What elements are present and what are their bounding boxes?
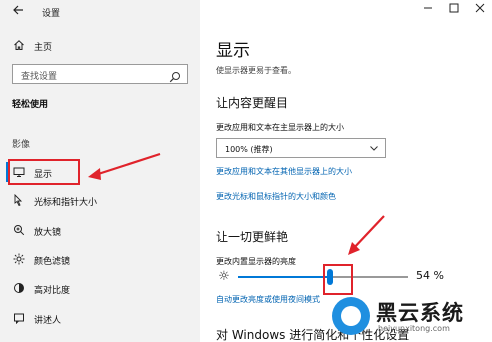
sidebar-item-color-filter[interactable]: 颜色滤镜 bbox=[0, 249, 200, 271]
sidebar-item-label: 光标和指针大小 bbox=[34, 198, 98, 208]
sidebar-item-home[interactable]: 主页 bbox=[0, 35, 200, 57]
color-filter-icon bbox=[12, 252, 26, 266]
app-title: 设置 bbox=[42, 9, 61, 19]
page-description: 使显示器更易于查看。 bbox=[216, 66, 296, 75]
highlight-box-display bbox=[8, 159, 80, 185]
close-button[interactable] bbox=[470, 2, 490, 18]
search-icon[interactable] bbox=[169, 68, 181, 83]
text-size-label: 更改应用和文本在主显示器上的大小 bbox=[216, 123, 344, 132]
minimize-icon bbox=[424, 7, 432, 9]
sidebar-item-label: 放大镜 bbox=[34, 228, 62, 238]
search-placeholder: 查找设置 bbox=[21, 72, 58, 82]
sidebar-item-high-contrast[interactable]: 高对比度 bbox=[0, 278, 200, 300]
sidebar-item-label: 颜色滤镜 bbox=[34, 257, 71, 267]
close-icon bbox=[475, 3, 485, 13]
brightness-value: 54 % bbox=[416, 269, 444, 282]
section-title: 轻松使用 bbox=[12, 100, 49, 110]
chevron-down-icon bbox=[369, 143, 379, 156]
title-bar: 设置 bbox=[0, 0, 200, 24]
sidebar: 设置 主页 查找设置 轻松使用 影像 显示 光标和指针大小 放大镜 颜色滤镜 高… bbox=[0, 0, 200, 342]
slider-fill bbox=[238, 276, 330, 278]
group-label: 影像 bbox=[12, 140, 31, 150]
sidebar-item-narrator[interactable]: 讲述人 bbox=[0, 308, 200, 330]
section-heading-2: 让一切更鲜艳 bbox=[216, 230, 289, 244]
section-heading-1: 让内容更醒目 bbox=[216, 96, 289, 110]
highlight-box-slider bbox=[323, 264, 353, 295]
minimize-button[interactable] bbox=[418, 2, 438, 18]
sidebar-item-cursor[interactable]: 光标和指针大小 bbox=[0, 190, 200, 212]
home-icon bbox=[12, 38, 26, 52]
sun-icon: ☼ bbox=[218, 269, 230, 284]
maximize-icon bbox=[449, 3, 459, 13]
cursor-icon bbox=[12, 193, 26, 207]
back-button[interactable] bbox=[10, 4, 26, 20]
sidebar-item-label: 高对比度 bbox=[34, 286, 71, 296]
watermark-url: heiyunxitong.com bbox=[378, 324, 450, 333]
sidebar-item-label: 讲述人 bbox=[34, 316, 62, 326]
link-other-display-size[interactable]: 更改应用和文本在其他显示器上的大小 bbox=[216, 166, 352, 177]
watermark-logo-icon bbox=[332, 297, 370, 335]
narrator-icon bbox=[12, 311, 26, 325]
link-cursor-size[interactable]: 更改光标和鼠标指针的大小和颜色 bbox=[216, 191, 336, 202]
link-night-light[interactable]: 自动更改亮度或使用夜间模式 bbox=[216, 294, 320, 305]
sidebar-item-label: 主页 bbox=[34, 43, 53, 53]
brightness-label: 更改内置显示器的亮度 bbox=[216, 257, 296, 266]
watermark: 黑云系统 heiyunxitong.com bbox=[330, 293, 492, 342]
contrast-icon bbox=[12, 281, 26, 295]
watermark-brand: 黑云系统 bbox=[376, 301, 464, 325]
maximize-button[interactable] bbox=[444, 2, 464, 18]
scale-select-value: 100% (推荐) bbox=[225, 145, 273, 154]
sidebar-item-magnifier[interactable]: 放大镜 bbox=[0, 220, 200, 242]
page-title: 显示 bbox=[216, 41, 250, 61]
magnifier-icon bbox=[12, 223, 26, 237]
arrow-left-icon bbox=[13, 5, 23, 15]
scale-select[interactable]: 100% (推荐) bbox=[216, 138, 386, 158]
search-input[interactable]: 查找设置 bbox=[12, 64, 188, 84]
